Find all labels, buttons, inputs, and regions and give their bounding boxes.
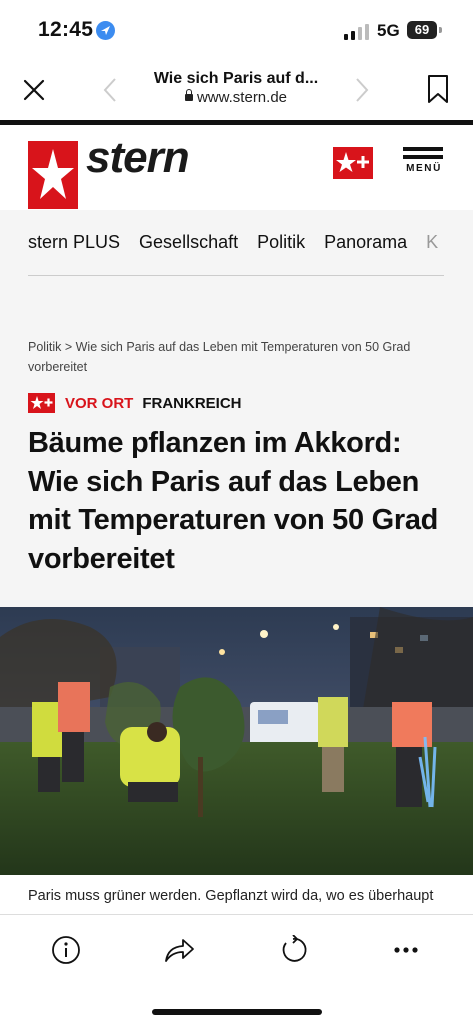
bookmark-icon [428,75,448,103]
chevron-right-icon [356,78,369,102]
nav-item-more[interactable]: K [426,232,438,252]
more-button[interactable] [389,933,423,967]
kicker-label: VOR ORT [65,394,134,412]
info-icon [52,936,80,964]
status-bar: 12:45 5G 69 [0,0,473,62]
nav-divider [28,275,444,276]
more-icon [394,947,418,953]
menu-button[interactable]: MENÜ [403,147,445,185]
share-button[interactable] [162,933,196,967]
signal-icon [344,24,369,40]
bookmark-button[interactable] [424,72,452,106]
breadcrumb-section[interactable]: Politik [28,340,61,354]
nav-item-gesellschaft[interactable]: Gesellschaft [139,232,238,252]
network-type: 5G [377,21,400,40]
breadcrumb-current: Wie sich Paris auf das Leben mit Tempera… [28,340,411,374]
stern-logo-icon[interactable] [28,141,78,209]
article-teaser: Paris muss grüner werden. Gepflanzt wird… [28,888,434,904]
back-button[interactable] [98,74,122,106]
battery-indicator: 69 [407,21,437,39]
close-icon [23,79,45,101]
location-arrow-icon [96,21,115,40]
url-text: www.stern.de [196,89,288,106]
menu-label: MENÜ [406,163,442,174]
nav-item-stern-plus[interactable]: stern PLUS [28,232,120,252]
status-time: 12:45 [38,18,94,41]
info-button[interactable] [49,933,83,967]
nav-item-politik[interactable]: Politik [257,232,305,252]
browser-toolbar: Wie sich Paris auf d... www.stern.de [0,62,473,120]
share-icon [165,939,194,962]
breadcrumb: Politik > Wie sich Paris auf das Leben m… [28,337,438,377]
page-title: Wie sich Paris auf d... [153,70,319,87]
reload-icon [282,935,307,962]
lock-icon [184,89,193,101]
chevron-left-icon [103,78,116,102]
article-header-area: stern PLUS Gesellschaft Politik Panorama K P… [0,210,473,607]
menu-bar [403,147,443,151]
menu-bar [403,155,443,159]
stern-plus-icon[interactable] [333,147,373,179]
reload-button[interactable] [276,933,310,967]
stern-logo-text[interactable]: stern [86,133,190,183]
home-indicator [152,1009,322,1015]
nav-item-panorama[interactable]: Panorama [324,232,407,252]
breadcrumb-separator: > [64,340,73,354]
article-hero-image[interactable] [0,607,473,875]
stern-plus-icon [28,393,55,413]
article-kicker: VOR ORT FRANKREICH [28,392,242,414]
section-nav: stern PLUS Gesellschaft Politik Panorama K [28,232,444,254]
region-label: FRANKREICH [142,394,242,412]
article-headline: Bäume pflanzen im Akkord: Wie sich Paris… [28,427,439,575]
browser-bottom-toolbar [0,914,473,1025]
site-header: stern MENÜ [0,125,473,210]
url-display[interactable]: www.stern.de [130,89,342,106]
forward-button[interactable] [350,74,374,106]
close-button[interactable] [18,74,50,106]
battery-tip [439,27,442,33]
